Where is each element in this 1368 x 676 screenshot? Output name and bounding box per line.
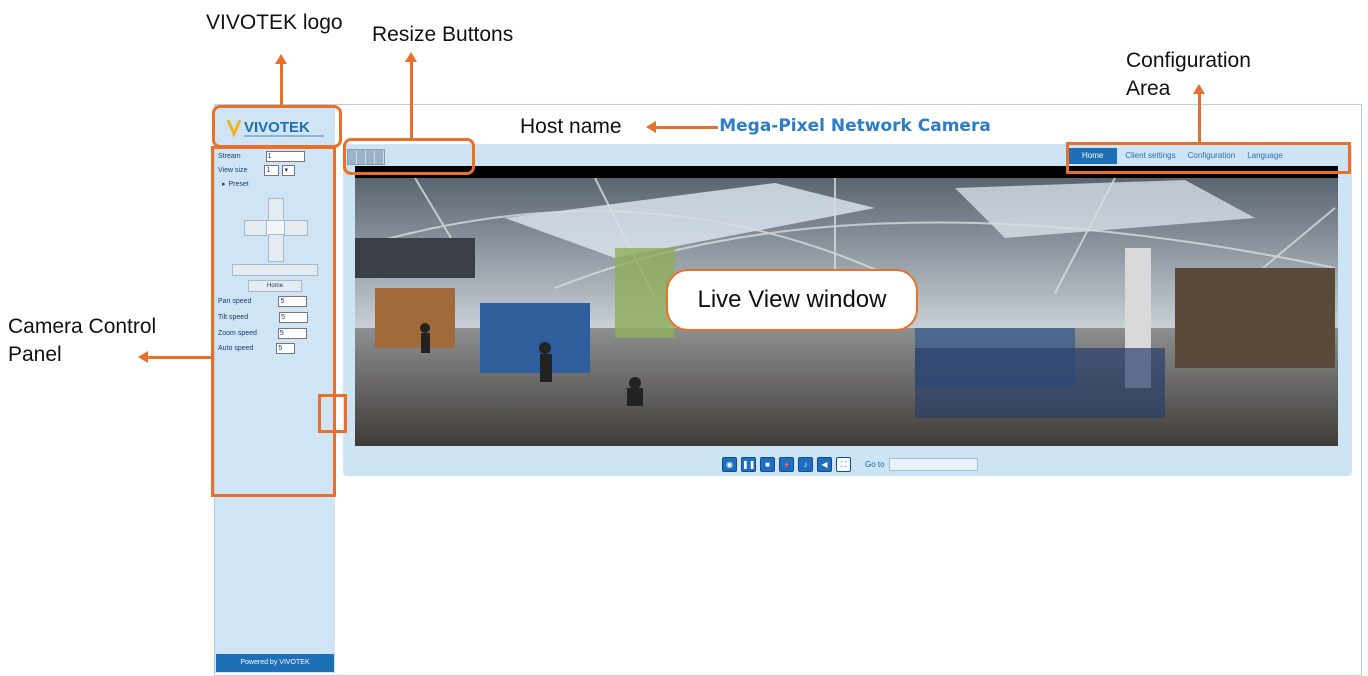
annotation-config-line2: Area bbox=[1126, 77, 1171, 100]
stop-icon[interactable]: ■ bbox=[760, 456, 775, 472]
collapse-handle-highlight bbox=[318, 394, 347, 433]
snapshot-icon[interactable]: ◉ bbox=[722, 456, 737, 472]
resize-arrow-icon bbox=[405, 52, 417, 62]
annotation-resize: Resize Buttons bbox=[372, 23, 514, 46]
annotation-control-line2: Panel bbox=[8, 343, 62, 366]
volume-icon[interactable]: ♪ bbox=[798, 456, 813, 472]
resize-pointer bbox=[410, 60, 413, 140]
fullscreen-icon[interactable]: ⛶ bbox=[836, 456, 851, 472]
powered-by-footer: Powered by VIVOTEK bbox=[216, 654, 334, 672]
record-icon[interactable]: ● bbox=[779, 456, 794, 472]
host-name: Mega-Pixel Network Camera bbox=[719, 116, 991, 136]
camera-control-highlight bbox=[211, 146, 336, 497]
annotation-control-line1: Camera Control bbox=[8, 315, 157, 338]
goto-label: Go to bbox=[865, 459, 885, 469]
annotation-host-name: Host name bbox=[520, 115, 622, 138]
hostname-arrow-icon bbox=[646, 121, 656, 133]
pause-icon[interactable]: ❚❚ bbox=[741, 456, 756, 472]
annotation-logo: VIVOTEK logo bbox=[206, 11, 343, 34]
control-panel-arrow-icon bbox=[138, 351, 148, 363]
live-view-callout: Live View window bbox=[666, 269, 918, 331]
logo-highlight bbox=[212, 105, 342, 148]
configuration-arrow-icon bbox=[1193, 84, 1205, 94]
logo-arrow-icon bbox=[275, 54, 287, 64]
playback-controls: ◉ ❚❚ ■ ● ♪ ◀ ⛶ Go to bbox=[722, 456, 978, 472]
configuration-highlight bbox=[1066, 142, 1351, 174]
configuration-pointer bbox=[1198, 92, 1201, 144]
talk-icon[interactable]: ◀ bbox=[817, 456, 832, 472]
annotation-config-line1: Configuration bbox=[1126, 49, 1251, 72]
control-panel-pointer bbox=[148, 356, 212, 359]
goto-select[interactable] bbox=[888, 457, 978, 471]
logo-pointer bbox=[280, 62, 283, 105]
hostname-pointer bbox=[656, 126, 718, 129]
resize-highlight bbox=[343, 138, 475, 175]
